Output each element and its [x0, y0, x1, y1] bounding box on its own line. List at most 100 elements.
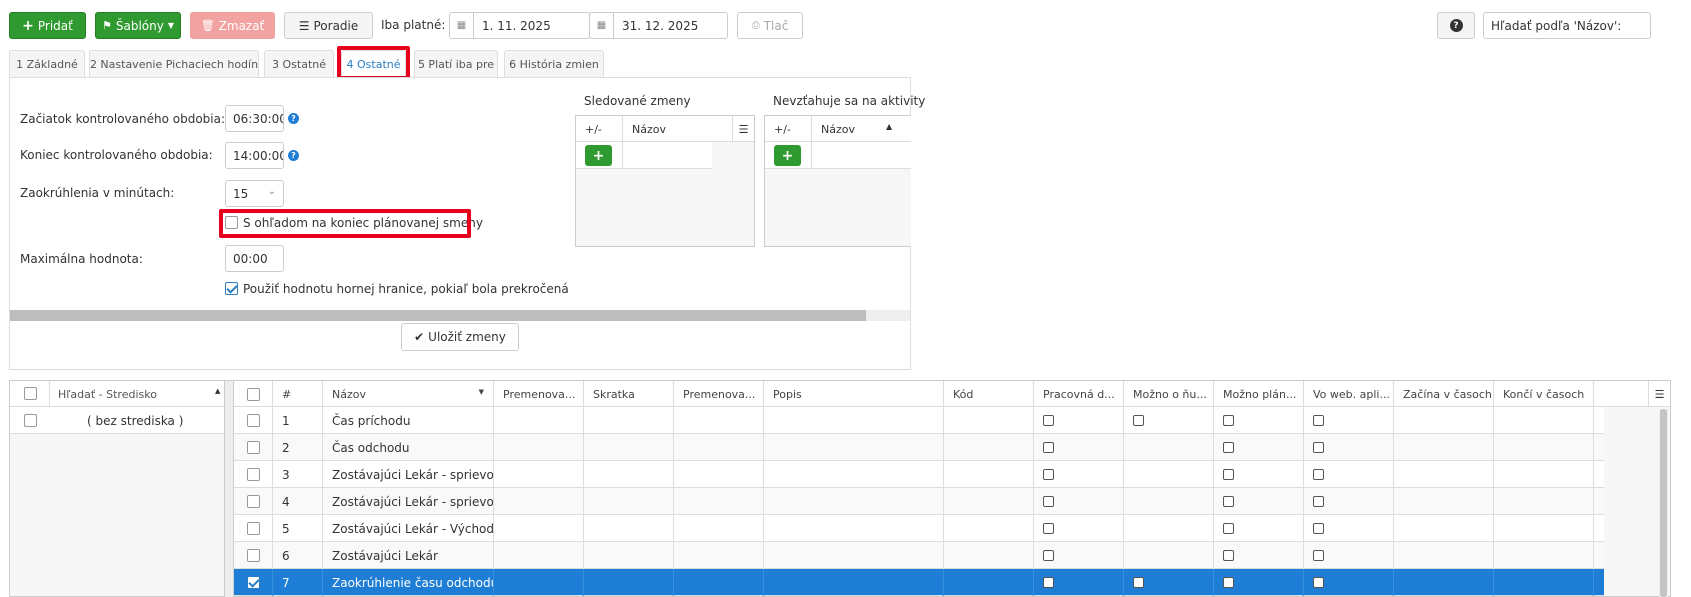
column-header[interactable]: Premenova...	[674, 381, 764, 407]
column-header[interactable]: Kód	[944, 381, 1034, 407]
row-checkbox[interactable]	[247, 468, 260, 481]
flag-checkbox[interactable]	[1313, 496, 1324, 507]
horizontal-scrollbar[interactable]	[10, 310, 910, 321]
scrollbar-thumb[interactable]	[1660, 409, 1667, 597]
flag-checkbox[interactable]	[1133, 577, 1144, 588]
select-all-checkbox[interactable]	[247, 387, 260, 401]
table-row[interactable]: 1 Čas príchodu	[234, 407, 1604, 434]
add-button[interactable]: + Pridať	[9, 12, 86, 39]
add-shift-button[interactable]: +	[585, 145, 612, 166]
tab-change-history[interactable]: 6 História zmien	[504, 50, 604, 77]
vertical-scrollbar[interactable]	[1659, 409, 1668, 597]
row-checkbox[interactable]	[247, 495, 260, 508]
end-input[interactable]: 14:00:00	[225, 142, 284, 169]
tab-other-3[interactable]: 3 Ostatné	[264, 50, 334, 77]
flag-checkbox[interactable]	[1223, 415, 1234, 426]
flag-checkbox[interactable]	[1133, 415, 1144, 426]
column-header[interactable]: #	[273, 381, 323, 407]
start-value: 06:30:00	[233, 111, 284, 126]
max-input[interactable]: 00:00	[225, 245, 284, 272]
end-value: 14:00:00	[233, 148, 284, 163]
flag-checkbox[interactable]	[1043, 577, 1054, 588]
flag-checkbox[interactable]	[1043, 550, 1054, 561]
row-cell	[1124, 461, 1214, 488]
column-header[interactable]: Popis	[764, 381, 944, 407]
row-select-cell[interactable]	[234, 515, 273, 542]
tab-label: 6 História zmien	[509, 57, 599, 71]
upper-bound-checkbox[interactable]	[225, 282, 238, 295]
flag-checkbox[interactable]	[1223, 523, 1234, 534]
delete-button[interactable]: 🗑 Zmazať	[190, 12, 275, 39]
column-header-name[interactable]: Názov ▼	[323, 381, 494, 407]
column-header[interactable]: Vo web. apli...	[1304, 381, 1394, 407]
column-header[interactable]: Končí v časoch	[1494, 381, 1594, 407]
flag-checkbox[interactable]	[1223, 550, 1234, 561]
flag-checkbox[interactable]	[1313, 415, 1324, 426]
flag-checkbox[interactable]	[1313, 550, 1324, 561]
column-header[interactable]: Skratka	[584, 381, 674, 407]
flag-checkbox[interactable]	[1043, 415, 1054, 426]
menu-icon[interactable]: ☰	[732, 116, 754, 142]
row-checkbox[interactable]	[247, 441, 260, 454]
flag-checkbox[interactable]	[1223, 577, 1234, 588]
tab-basic[interactable]: 1 Základné	[9, 50, 85, 77]
column-header[interactable]: Možno o ňu...	[1124, 381, 1214, 407]
row-select-cell[interactable]	[234, 569, 273, 596]
column-header[interactable]: Pracovná d...	[1034, 381, 1124, 407]
templates-button[interactable]: ⚑ Šablóny ▼	[95, 12, 181, 39]
rounding-label: Zaokrúhlenia v minútach:	[20, 186, 175, 200]
start-input[interactable]: 06:30:00	[225, 105, 284, 132]
row-cell	[1214, 515, 1304, 542]
row-select-cell[interactable]	[234, 434, 273, 461]
flag-checkbox[interactable]	[1223, 496, 1234, 507]
column-header[interactable]: Začína v časoch	[1394, 381, 1494, 407]
row-checkbox[interactable]	[247, 576, 260, 589]
table-row[interactable]: 5Zostávajúci Lekár - Východzí...	[234, 515, 1604, 542]
highlight-box-tab	[337, 46, 410, 80]
column-header[interactable]: Premenova...	[494, 381, 584, 407]
rounding-select[interactable]: 15 ⌄	[225, 180, 284, 207]
search-input[interactable]: Hľadať podľa 'Názov':	[1483, 12, 1651, 39]
date-to-input[interactable]: ▦ 31. 12. 2025	[589, 12, 728, 39]
tab-applies-only[interactable]: 5 Platí iba pre	[414, 50, 498, 77]
help-icon[interactable]: ?	[288, 150, 299, 161]
order-button[interactable]: ☰ Poradie	[284, 12, 373, 39]
flag-checkbox[interactable]	[1313, 469, 1324, 480]
row-checkbox[interactable]	[247, 414, 260, 427]
flag-checkbox[interactable]	[1043, 442, 1054, 453]
table-row[interactable]: 2 Čas odchodu	[234, 434, 1604, 461]
row-select-cell[interactable]	[234, 461, 273, 488]
center-checkbox[interactable]	[24, 414, 37, 427]
help-button[interactable]: ?	[1437, 12, 1475, 39]
flag-checkbox[interactable]	[1313, 523, 1324, 534]
row-select-cell[interactable]	[234, 488, 273, 515]
table-row[interactable]: 4 Zostávajúci Lekár - sprievod	[234, 488, 1604, 515]
print-button[interactable]: ⎙ Tlač	[737, 12, 803, 39]
help-icon[interactable]: ?	[288, 113, 299, 124]
table-row[interactable]: 3 Zostávajúci Lekár - sprievo...	[234, 461, 1604, 488]
row-checkbox[interactable]	[247, 522, 260, 535]
flag-checkbox[interactable]	[1223, 442, 1234, 453]
header-select[interactable]	[234, 381, 273, 407]
row-select-cell[interactable]	[234, 542, 273, 569]
menu-icon[interactable]: ☰	[1648, 381, 1670, 407]
tab-clock-settings[interactable]: 2 Nastavenie Pichaciech hodín	[89, 50, 259, 77]
flag-checkbox[interactable]	[1043, 469, 1054, 480]
table-row[interactable]: 7 Zaokrúhlenie času odchodu	[234, 569, 1604, 596]
save-button[interactable]: ✔ Uložiť zmeny	[401, 323, 519, 351]
table-row[interactable]: 6 Zostávajúci Lekár	[234, 542, 1604, 569]
flag-checkbox[interactable]	[1043, 523, 1054, 534]
row-select-cell[interactable]	[234, 407, 273, 434]
select-all-centers-checkbox[interactable]	[24, 387, 37, 400]
column-header[interactable]: Možno plán...	[1214, 381, 1304, 407]
date-from-input[interactable]: ▦ 1. 11. 2025	[449, 12, 590, 39]
flag-checkbox[interactable]	[1313, 577, 1324, 588]
row-cell	[1124, 407, 1214, 434]
scrollbar-thumb[interactable]	[10, 310, 866, 321]
centers-search-input[interactable]: Hľadať - Stredisko	[58, 388, 157, 401]
add-activity-button[interactable]: +	[774, 145, 801, 166]
flag-checkbox[interactable]	[1043, 496, 1054, 507]
row-checkbox[interactable]	[247, 549, 260, 562]
flag-checkbox[interactable]	[1223, 469, 1234, 480]
flag-checkbox[interactable]	[1313, 442, 1324, 453]
